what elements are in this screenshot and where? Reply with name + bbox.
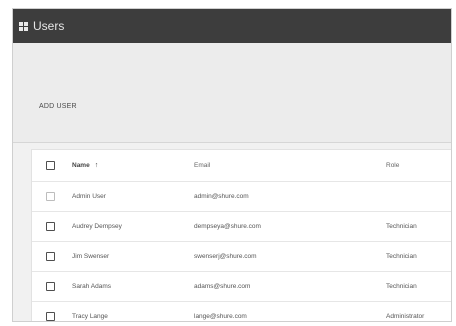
row-email: admin@shure.com (194, 193, 249, 200)
table-row[interactable]: Audrey Dempsey dempseya@shure.com Techni… (32, 212, 451, 242)
column-header-name[interactable]: Name ↑ (72, 150, 98, 181)
row-role: Technician (386, 283, 417, 290)
column-name-label: Name (72, 162, 90, 169)
table-row[interactable]: Jim Swenser swenserj@shure.com Technicia… (32, 242, 451, 272)
row-role: Technician (386, 253, 417, 260)
row-checkbox[interactable] (46, 192, 55, 201)
row-role: Technician (386, 223, 417, 230)
title-bar: Users (13, 9, 451, 43)
row-checkbox[interactable] (46, 252, 55, 261)
row-checkbox[interactable] (46, 222, 55, 231)
grid-menu-icon[interactable] (19, 21, 28, 31)
row-check-cell (46, 272, 60, 301)
row-check-cell (46, 182, 60, 211)
row-checkbox[interactable] (46, 312, 55, 321)
row-name: Audrey Dempsey (72, 223, 122, 230)
users-table: Name ↑ Email Role Admin User admin@shure… (31, 149, 451, 321)
column-header-email[interactable]: Email (194, 150, 210, 181)
row-name: Admin User (72, 193, 106, 200)
row-email: swenserj@shure.com (194, 253, 257, 260)
toolbar: ADD USER (13, 43, 451, 143)
row-check-cell (46, 212, 60, 241)
select-all-cell (46, 150, 60, 181)
table-header: Name ↑ Email Role (32, 150, 451, 182)
row-check-cell (46, 302, 60, 321)
row-email: dempseya@shure.com (194, 223, 261, 230)
select-all-checkbox[interactable] (46, 161, 55, 170)
row-name: Jim Swenser (72, 253, 110, 260)
app-window: Users ADD USER Name ↑ Email Role Admin U… (12, 8, 452, 322)
row-role: Administrator (386, 313, 425, 320)
page-title: Users (33, 19, 65, 33)
add-user-button[interactable]: ADD USER (39, 103, 77, 110)
row-name: Sarah Adams (72, 283, 112, 290)
table-row[interactable]: Admin User admin@shure.com (32, 182, 451, 212)
table-row[interactable]: Sarah Adams adams@shure.com Technician (32, 272, 451, 302)
sort-ascending-icon[interactable]: ↑ (95, 162, 99, 169)
row-email: adams@shure.com (194, 283, 251, 290)
row-check-cell (46, 242, 60, 271)
table-row[interactable]: Tracy Lange lange@shure.com Administrato… (32, 302, 451, 321)
row-email: lange@shure.com (194, 313, 247, 320)
row-name: Tracy Lange (72, 313, 108, 320)
column-header-role[interactable]: Role (386, 150, 399, 181)
row-checkbox[interactable] (46, 282, 55, 291)
